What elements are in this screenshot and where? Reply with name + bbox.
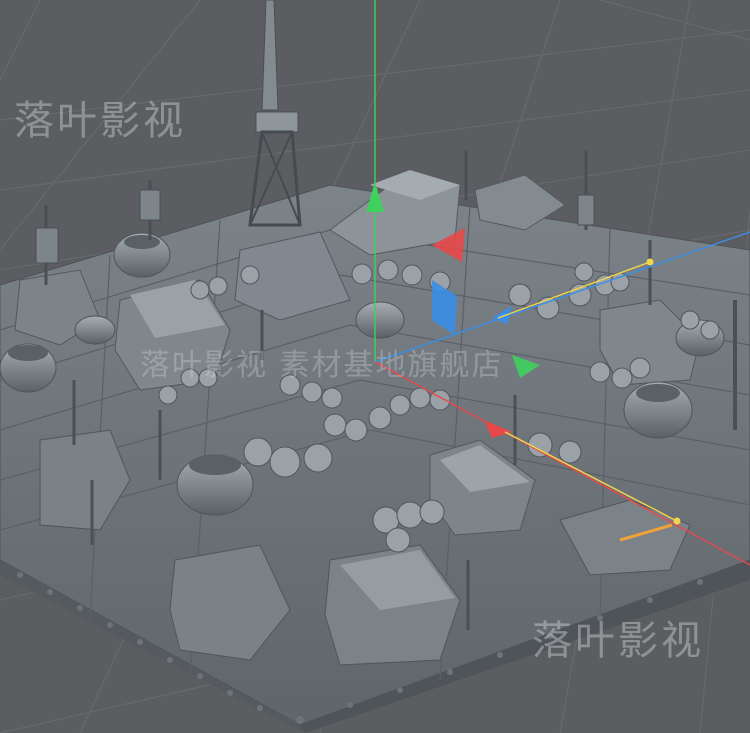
- handle-point-top[interactable]: [646, 258, 654, 266]
- handle-point-bottom[interactable]: [673, 517, 681, 525]
- 3d-viewport[interactable]: 落叶影视 落叶影视 素材基地旗舰店 落叶影视: [0, 0, 750, 733]
- viewport-canvas[interactable]: [0, 0, 750, 733]
